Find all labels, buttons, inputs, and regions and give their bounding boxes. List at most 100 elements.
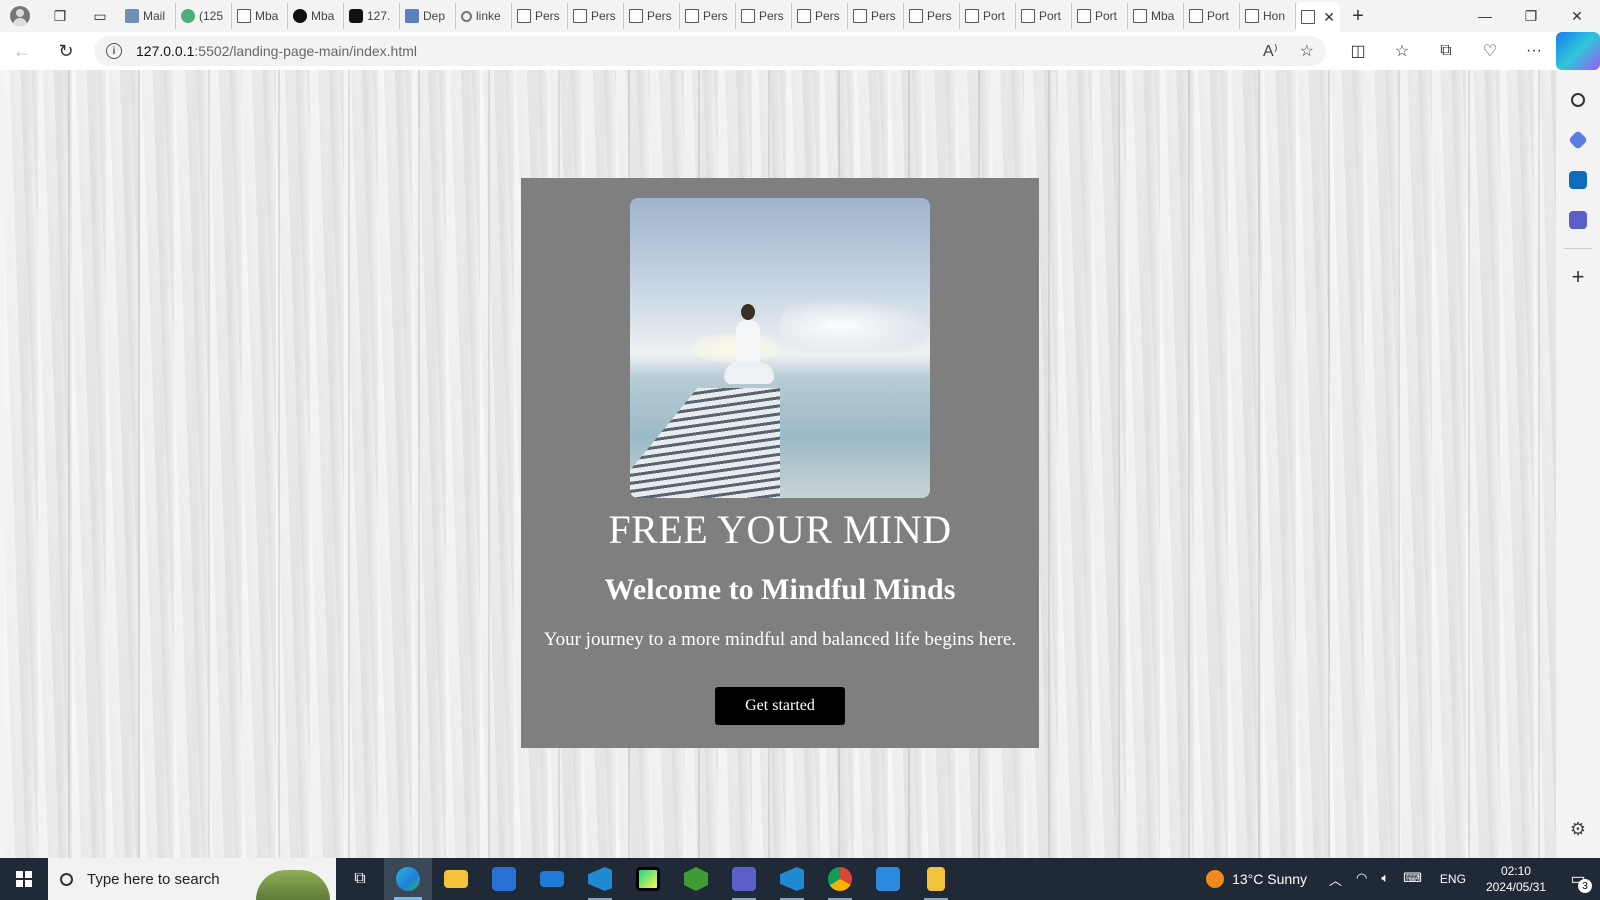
sidebar-teams-button[interactable] xyxy=(1556,200,1600,240)
sidebar-divider xyxy=(1564,248,1592,249)
get-started-button[interactable]: Get started xyxy=(715,687,845,725)
copilot-button[interactable] xyxy=(1556,32,1600,70)
tab-item[interactable]: Pers xyxy=(904,3,960,29)
workspaces-icon: ❐ xyxy=(53,7,67,24)
tab-actions-button[interactable]: ▭ xyxy=(80,0,120,32)
taskbar-mail[interactable] xyxy=(528,858,576,900)
favorites-button[interactable]: ☆ xyxy=(1380,32,1424,70)
taskbar-notepad[interactable] xyxy=(912,858,960,900)
mail-icon xyxy=(125,9,139,23)
tab-item[interactable]: Pers xyxy=(736,3,792,29)
tab-item[interactable]: Pers xyxy=(792,3,848,29)
tab-item[interactable]: Pers xyxy=(848,3,904,29)
profile-button[interactable] xyxy=(0,0,40,32)
tab-item[interactable]: Port xyxy=(1016,3,1072,29)
chrome-icon xyxy=(828,867,852,891)
tab-item[interactable]: Pers xyxy=(512,3,568,29)
tab-item[interactable]: Pers xyxy=(680,3,736,29)
tab-item[interactable]: Mba xyxy=(288,3,344,29)
settings-more-button[interactable]: ··· xyxy=(1512,32,1556,70)
volume-icon[interactable]: 🔈︎ xyxy=(1381,870,1389,889)
teams-icon xyxy=(1569,211,1587,229)
taskbar-chrome[interactable] xyxy=(816,858,864,900)
tab-item[interactable]: 127. xyxy=(344,3,400,29)
taskbar-teams[interactable] xyxy=(720,858,768,900)
sidebar-settings-button[interactable]: ⚙ xyxy=(1570,819,1586,840)
sidebar-search-button[interactable] xyxy=(1556,80,1600,120)
minimize-button[interactable]: — xyxy=(1462,0,1508,32)
tab-item[interactable]: Mba xyxy=(232,3,288,29)
favorites-icon: ☆ xyxy=(1394,43,1410,60)
tab-item[interactable]: Port xyxy=(1184,3,1240,29)
taskbar-edge[interactable] xyxy=(384,858,432,900)
tab-item[interactable]: linke xyxy=(456,3,512,29)
restore-button[interactable]: ❐ xyxy=(1508,0,1554,32)
task-view-button[interactable]: ⧉ xyxy=(336,858,384,900)
tab-item[interactable]: Dep xyxy=(400,3,456,29)
page-icon xyxy=(573,9,587,23)
taskbar-paint[interactable] xyxy=(864,858,912,900)
tab-active[interactable]: ✕ xyxy=(1296,2,1340,32)
tab-item[interactable]: Port xyxy=(960,3,1016,29)
close-icon: ✕ xyxy=(1571,7,1583,24)
taskbar-store[interactable] xyxy=(480,858,528,900)
page-viewport: FREE YOUR MIND Welcome to Mindful Minds … xyxy=(4,70,1556,858)
taskbar-vscode[interactable] xyxy=(576,858,624,900)
browser-essentials-button[interactable]: ♡ xyxy=(1468,32,1512,70)
taskbar-vscode-2[interactable] xyxy=(768,858,816,900)
tab-item[interactable]: (125 xyxy=(176,3,232,29)
url-text[interactable]: 127.0.0.1:5502/landing-page-main/index.h… xyxy=(136,43,417,59)
taskbar-file-explorer[interactable] xyxy=(432,858,480,900)
chevron-up-icon[interactable]: ︿ xyxy=(1329,870,1342,889)
collections-button[interactable]: ⧉ xyxy=(1424,32,1468,70)
clock[interactable]: 02:10 2024/05/31 xyxy=(1476,863,1556,895)
tab-label: Pers xyxy=(703,9,728,23)
start-button[interactable] xyxy=(0,858,48,900)
back-button[interactable]: ← xyxy=(0,32,44,70)
tab-item[interactable]: Hon xyxy=(1240,3,1296,29)
network-icon[interactable]: ◠ xyxy=(1356,870,1367,889)
site-info-icon[interactable]: i xyxy=(106,43,122,59)
taskbar-nodejs[interactable] xyxy=(672,858,720,900)
tab-item[interactable]: Port xyxy=(1072,3,1128,29)
sidebar-outlook-button[interactable] xyxy=(1556,160,1600,200)
page-icon xyxy=(685,9,699,23)
page-icon xyxy=(237,9,251,23)
page-icon xyxy=(517,9,531,23)
favorite-star-icon[interactable]: ☆ xyxy=(1300,41,1314,61)
sidebar-m365-button[interactable] xyxy=(1556,120,1600,160)
sidebar-add-button[interactable]: + xyxy=(1556,257,1600,297)
tab-item[interactable]: Pers xyxy=(624,3,680,29)
close-window-button[interactable]: ✕ xyxy=(1554,0,1600,32)
split-screen-button[interactable]: ◫ xyxy=(1336,32,1380,70)
clock-date: 2024/05/31 xyxy=(1485,880,1546,894)
minimize-icon: — xyxy=(1478,8,1492,24)
tab-item[interactable]: Pers xyxy=(568,3,624,29)
notification-center-button[interactable]: ▭ 3 xyxy=(1556,858,1600,900)
window-controls: — ❐ ✕ xyxy=(1462,0,1600,32)
weather-widget[interactable]: 13°C Sunny xyxy=(1192,870,1321,888)
sun-icon xyxy=(1206,870,1225,888)
tab-label: Pers xyxy=(535,9,560,23)
read-aloud-icon[interactable]: A⁾ xyxy=(1263,41,1278,61)
taskbar-pycharm[interactable] xyxy=(624,858,672,900)
new-tab-button[interactable]: + xyxy=(1340,0,1376,32)
plus-icon: + xyxy=(1571,264,1585,289)
refresh-button[interactable]: ↻ xyxy=(44,32,88,70)
tab-item[interactable]: Mail xyxy=(120,3,176,29)
language-indicator[interactable]: ENG xyxy=(1430,872,1476,886)
tab-item[interactable]: Mba xyxy=(1128,3,1184,29)
keyboard-icon[interactable]: ⌨ xyxy=(1403,870,1422,889)
address-bar[interactable]: i 127.0.0.1:5502/landing-page-main/index… xyxy=(94,36,1326,66)
teams-icon xyxy=(732,867,756,891)
workspaces-button[interactable]: ❐ xyxy=(40,0,80,32)
taskbar-search-placeholder: Type here to search xyxy=(87,870,220,888)
taskbar-search[interactable]: Type here to search xyxy=(48,858,336,900)
tab-label: Pers xyxy=(927,9,952,23)
copilot-icon xyxy=(1556,32,1600,70)
close-tab-icon[interactable]: ✕ xyxy=(1323,9,1335,26)
page-headline: FREE YOUR MIND xyxy=(608,507,952,552)
tab-label: Mail xyxy=(143,9,166,23)
page-icon xyxy=(1245,9,1259,23)
search-icon xyxy=(461,10,472,22)
